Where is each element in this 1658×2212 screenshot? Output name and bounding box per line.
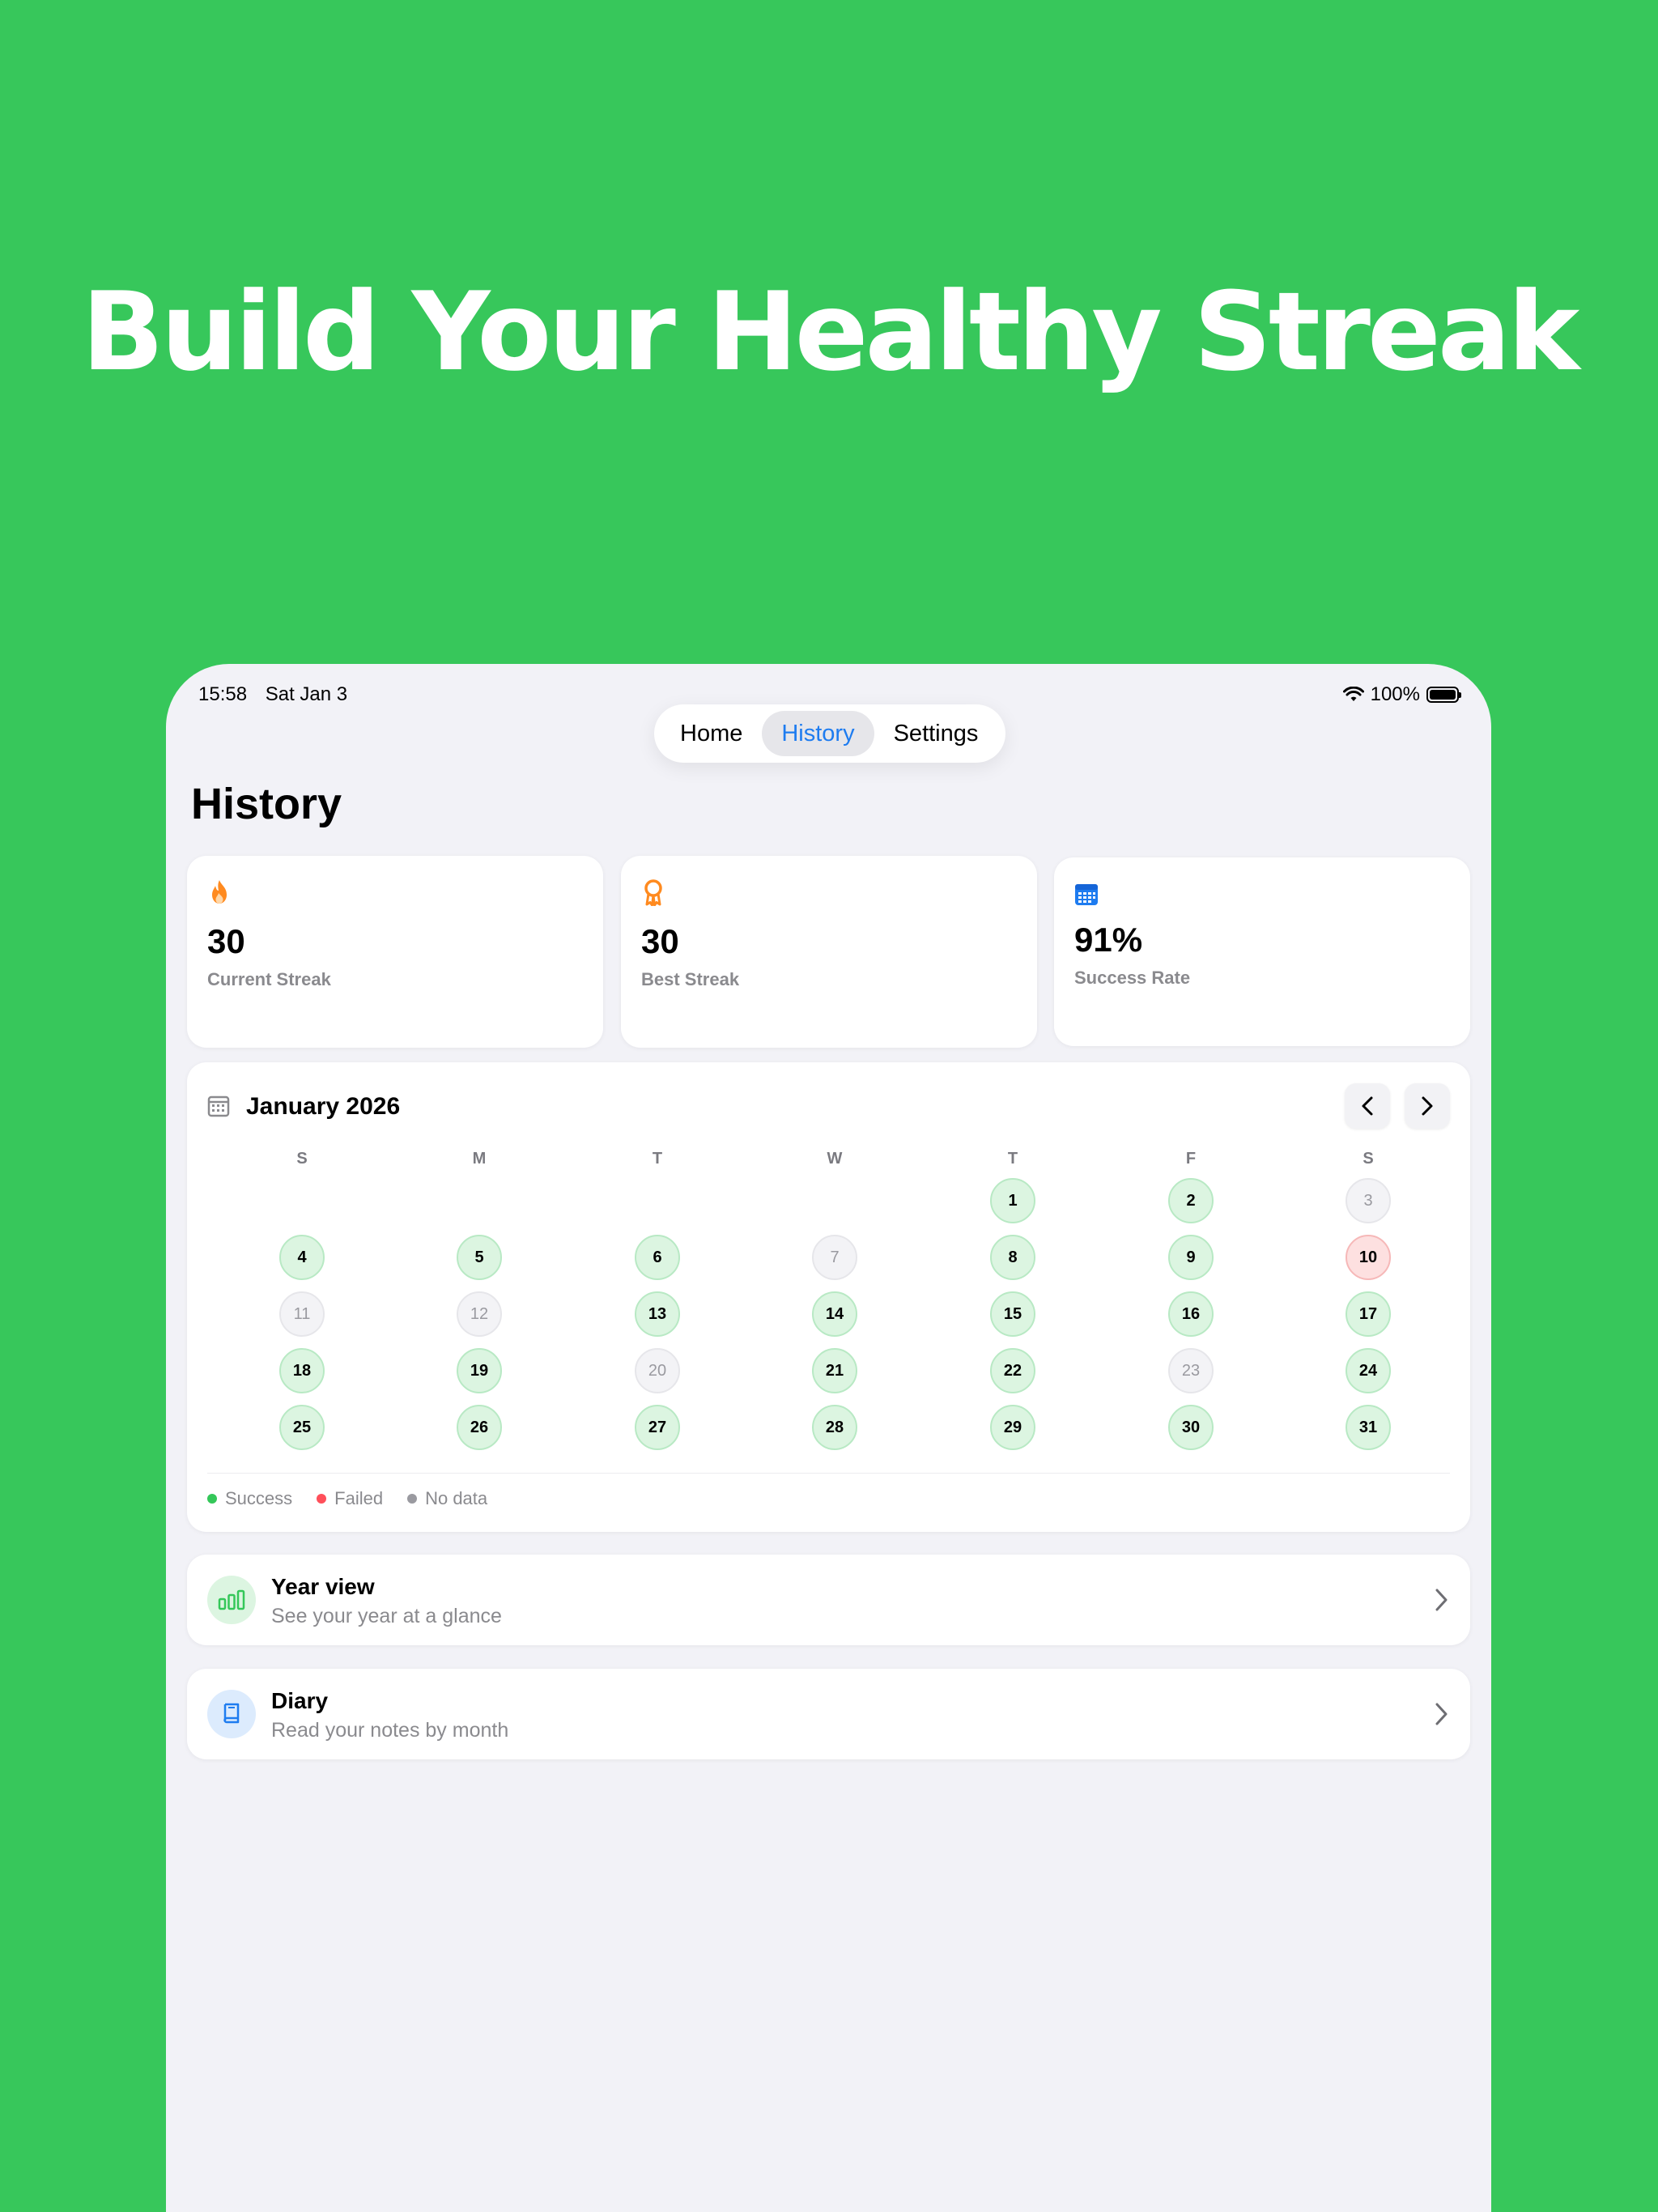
- calendar-day[interactable]: 14: [812, 1291, 857, 1337]
- calendar-day[interactable]: 20: [635, 1348, 680, 1393]
- calendar-day[interactable]: 19: [457, 1348, 502, 1393]
- next-month-button[interactable]: [1405, 1083, 1450, 1129]
- calendar-day[interactable]: 22: [990, 1348, 1035, 1393]
- calendar-month-title: January 2026: [246, 1093, 401, 1120]
- calendar-outline-icon: [207, 1095, 230, 1117]
- hero-title: Build Your Healthy Streak: [81, 269, 1580, 395]
- previous-month-button[interactable]: [1345, 1083, 1390, 1129]
- legend-failed-label: Failed: [334, 1488, 384, 1508]
- weekday-label: W: [827, 1150, 843, 1168]
- diary-icon-badge: [207, 1690, 256, 1738]
- legend-success: Success: [207, 1488, 292, 1509]
- calendar-day[interactable]: 7: [812, 1235, 857, 1280]
- legend-no-data: No data: [407, 1488, 487, 1509]
- chevron-right-icon: [1435, 1703, 1448, 1725]
- calendar-day[interactable]: 6: [635, 1235, 680, 1280]
- tab-home[interactable]: Home: [661, 711, 762, 756]
- device-screen: 15:58 Sat Jan 3 100% Home History Settin…: [166, 664, 1491, 2212]
- chevron-left-icon: [1362, 1096, 1373, 1116]
- calendar-day[interactable]: 5: [457, 1235, 502, 1280]
- diary-subtitle: Read your notes by month: [271, 1719, 509, 1742]
- calendar-day[interactable]: 21: [812, 1348, 857, 1393]
- legend-success-label: Success: [225, 1488, 293, 1508]
- legend-no-data-label: No data: [425, 1488, 488, 1508]
- battery-percentage: 100%: [1370, 683, 1420, 705]
- tab-history[interactable]: History: [762, 711, 874, 756]
- status-date: Sat Jan 3: [265, 683, 348, 705]
- flame-icon: [212, 880, 227, 904]
- calendar-day[interactable]: 2: [1168, 1178, 1214, 1223]
- year-view-subtitle: See your year at a glance: [271, 1605, 502, 1627]
- calendar-card: January 2026 SMTWTFS 1 2 3 4 5 6 7 8 9 10 11 12 13 14…: [187, 1062, 1470, 1532]
- weekday-label: M: [472, 1150, 487, 1168]
- weekday-label: T: [652, 1150, 663, 1168]
- year-view-title: Year view: [271, 1574, 375, 1599]
- calendar-day[interactable]: 25: [279, 1405, 325, 1450]
- failed-dot: [317, 1494, 327, 1504]
- calendar-day[interactable]: 3: [1346, 1178, 1391, 1223]
- wifi-icon: [1342, 687, 1364, 701]
- best-streak-card: 30 Best Streak: [621, 856, 1037, 1048]
- diary-row[interactable]: Diary Read your notes by month: [187, 1669, 1470, 1759]
- year-view-icon-badge: [207, 1576, 256, 1624]
- calendar-day[interactable]: 16: [1168, 1291, 1214, 1337]
- book-icon: [223, 1703, 240, 1724]
- weekday-label: S: [1363, 1150, 1374, 1168]
- status-time: 15:58: [198, 683, 248, 705]
- tab-settings[interactable]: Settings: [874, 711, 998, 756]
- calendar-day[interactable]: 17: [1346, 1291, 1391, 1337]
- legend-failed: Failed: [317, 1488, 383, 1509]
- calendar-day[interactable]: 24: [1346, 1348, 1391, 1393]
- calendar-icon: [1075, 884, 1098, 905]
- calendar-day[interactable]: 27: [635, 1405, 680, 1450]
- calendar-day[interactable]: 8: [990, 1235, 1035, 1280]
- success-rate-value: 91%: [1074, 921, 1143, 959]
- current-streak-label: Current Streak: [207, 969, 331, 989]
- calendar-divider: [207, 1473, 1450, 1474]
- award-ribbon-icon: [644, 879, 662, 906]
- best-streak-value: 30: [641, 922, 679, 960]
- calendar-day[interactable]: 28: [812, 1405, 857, 1450]
- no-data-dot: [407, 1494, 418, 1504]
- chevron-right-icon: [1422, 1096, 1433, 1116]
- tab-bar: Home History Settings: [654, 704, 1005, 763]
- success-dot: [207, 1494, 217, 1504]
- diary-title: Diary: [271, 1688, 329, 1713]
- weekday-label: S: [296, 1150, 308, 1168]
- page-title: History: [191, 780, 342, 828]
- calendar-day[interactable]: 31: [1346, 1405, 1391, 1450]
- calendar-day[interactable]: 13: [635, 1291, 680, 1337]
- calendar-day[interactable]: 12: [457, 1291, 502, 1337]
- current-streak-value: 30: [207, 922, 245, 960]
- calendar-day[interactable]: 10: [1346, 1235, 1391, 1280]
- battery-icon: [1426, 687, 1461, 703]
- calendar-day[interactable]: 9: [1168, 1235, 1214, 1280]
- best-streak-label: Best Streak: [641, 969, 740, 989]
- calendar-day[interactable]: 26: [457, 1405, 502, 1450]
- weekday-label: T: [1007, 1150, 1018, 1168]
- calendar-day[interactable]: 4: [279, 1235, 325, 1280]
- success-rate-card: 91% Success Rate: [1054, 857, 1470, 1046]
- calendar-legend: Success Failed No data: [207, 1488, 487, 1509]
- success-rate-label: Success Rate: [1074, 968, 1191, 988]
- calendar-day[interactable]: 30: [1168, 1405, 1214, 1450]
- calendar-day[interactable]: 29: [990, 1405, 1035, 1450]
- bar-chart-icon: [218, 1589, 245, 1610]
- calendar-day[interactable]: 15: [990, 1291, 1035, 1337]
- calendar-day[interactable]: 18: [279, 1348, 325, 1393]
- current-streak-card: 30 Current Streak: [187, 856, 603, 1048]
- calendar-day[interactable]: 11: [279, 1291, 325, 1337]
- calendar-day[interactable]: 23: [1168, 1348, 1214, 1393]
- calendar-day[interactable]: 1: [990, 1178, 1035, 1223]
- year-view-row[interactable]: Year view See your year at a glance: [187, 1555, 1470, 1645]
- weekday-label: F: [1185, 1150, 1197, 1168]
- chevron-right-icon: [1435, 1589, 1448, 1611]
